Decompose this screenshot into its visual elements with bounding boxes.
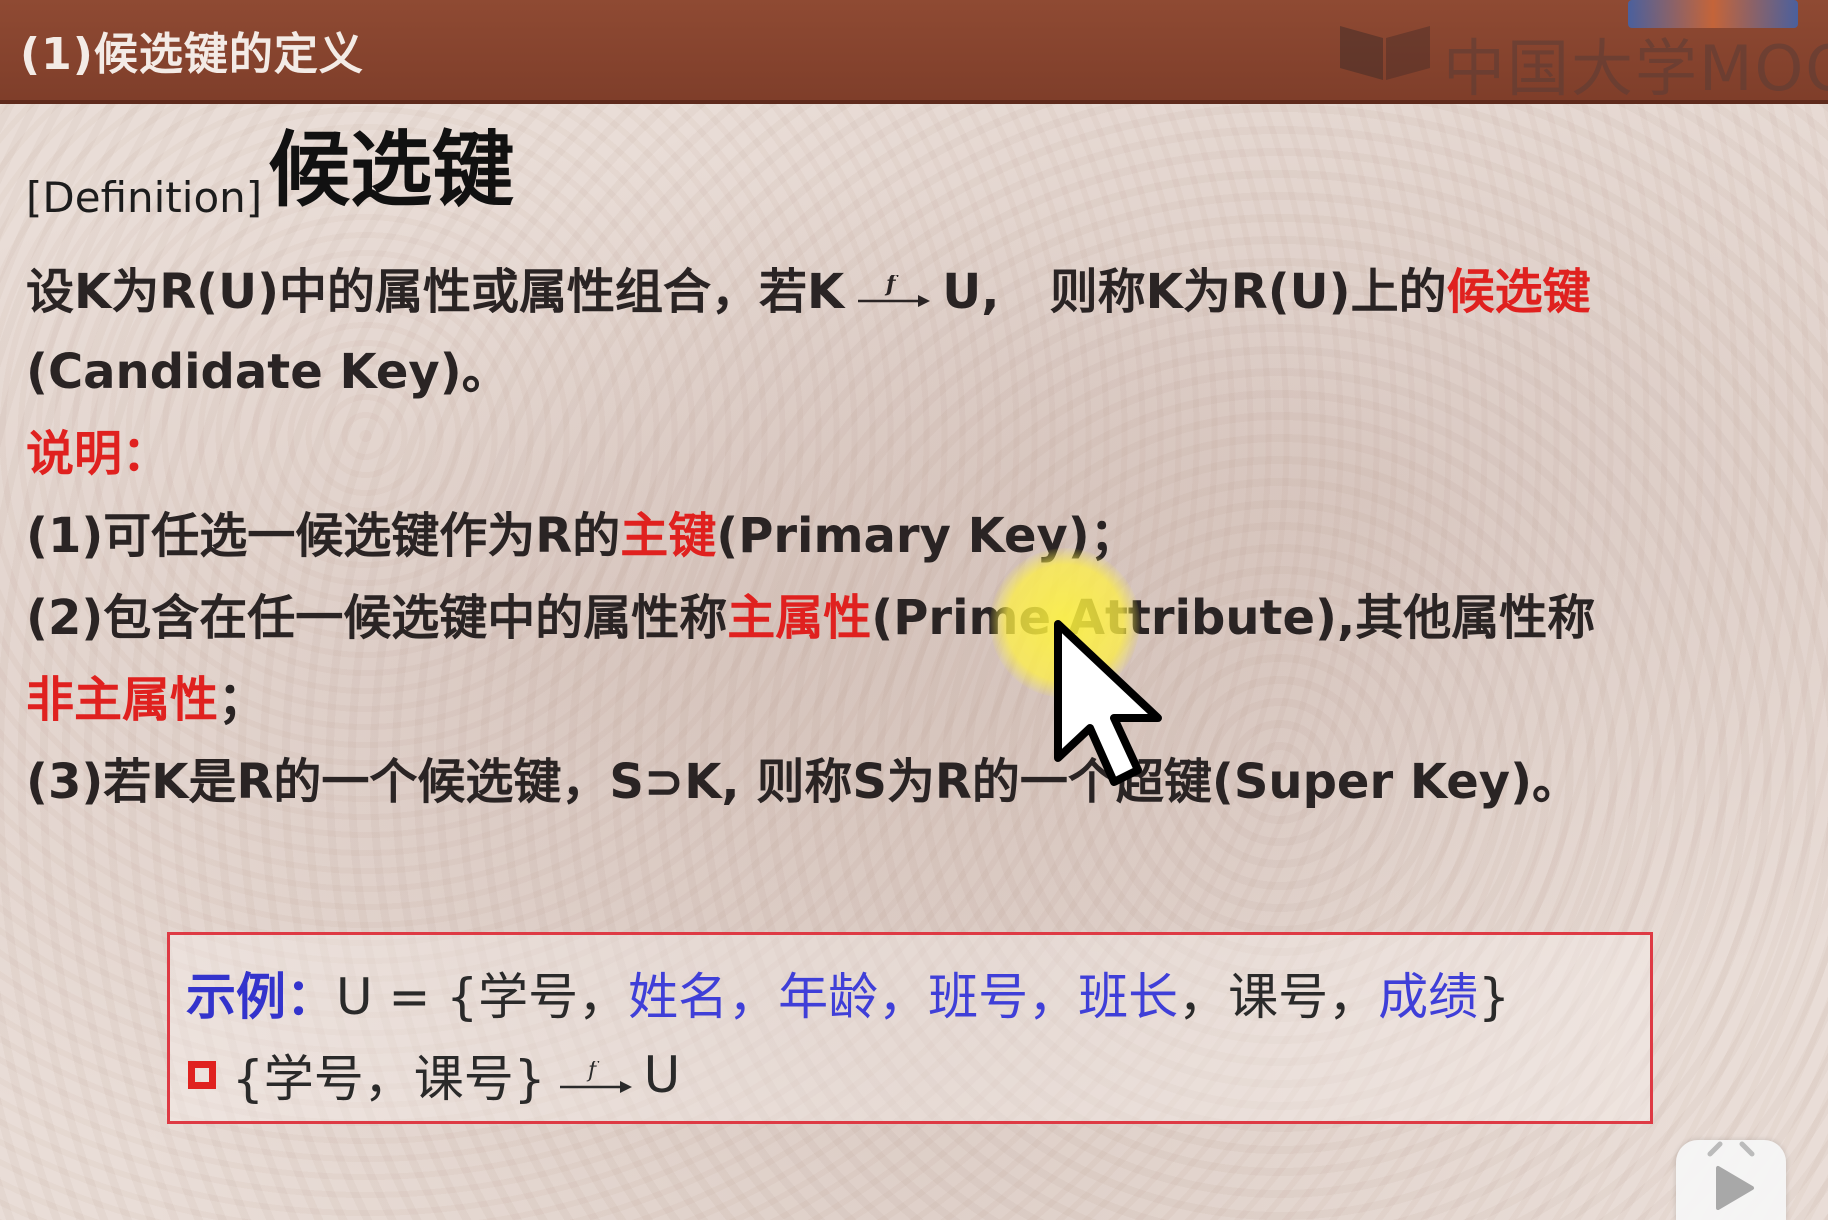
note-item-2: (2)包含在任一候选键中的属性称主属性(Prime Attribute),其他属… (26, 594, 1595, 642)
example-set-close: } (1478, 968, 1510, 1026)
note-item-3: (3)若K是R的一个候选键，S⊃K, 则称S为R的一个超键(Super Key)… (26, 754, 1581, 810)
video-play-button[interactable] (1676, 1140, 1786, 1220)
example-label: 示例： (186, 968, 336, 1026)
definition-text-pre: 设K为R(U)中的属性或属性组合，若K (26, 264, 845, 320)
arrow-label: f (586, 1061, 600, 1083)
attr-separator: ， (1028, 968, 1079, 1026)
example-box: 示例：U = {学号，姓名，年龄，班号，班长，课号，成绩} {学号，课号} f … (167, 932, 1653, 1124)
bullet-square-icon (188, 1061, 216, 1089)
definition-text-mid: U, 则称K为R(U)上的 (942, 264, 1447, 320)
note-item-2-end: ； (218, 672, 267, 728)
definition-line-1: 设K为R(U)中的属性或属性组合，若K f U, 则称K为R(U)上的候选键 (26, 268, 1591, 316)
attr-separator: ， (728, 968, 779, 1026)
attr-item: 成绩 (1378, 968, 1479, 1026)
note-label: 说明： (26, 426, 171, 482)
attr-item: 学号 (478, 968, 579, 1026)
primary-key-term: 主键 (620, 508, 717, 564)
attr-separator: ， (878, 968, 929, 1026)
note-item-1-text: (1)可任选一候选键作为R的 (26, 508, 621, 564)
note-item-2-text: (2)包含在任一候选键中的属性称 (26, 590, 728, 646)
arrow-label: f (884, 275, 899, 297)
definition-tag: [Definition] (26, 173, 263, 222)
attr-separator: ， (1178, 968, 1229, 1026)
definition-heading: [Definition] 候选键 (26, 123, 1806, 222)
definition-line-2: (Candidate Key)。 (26, 344, 510, 400)
prime-attribute-term: 主属性 (727, 590, 872, 646)
slide-section-title: (1)候选键的定义 (20, 29, 364, 80)
attr-item: 班长 (1078, 968, 1179, 1026)
attr-item: 年龄 (778, 968, 879, 1026)
fd-arrow-icon: f (556, 1055, 634, 1095)
attr-separator: ， (578, 968, 629, 1026)
definition-title: 候选键 (268, 123, 515, 218)
note-item-2-continued: 非主属性； (26, 676, 266, 724)
example-set-open: U = { (336, 968, 479, 1026)
title-bar: (1)候选键的定义 中国大学MOOC (0, 0, 1828, 105)
attr-item: 姓名 (628, 968, 729, 1026)
mooc-brand: 中国大学MOOC (1338, 0, 1828, 105)
fd-lhs: {学号，课号} (232, 1050, 546, 1108)
fd-rhs: U (643, 1046, 681, 1104)
fd-arrow-icon: f (854, 271, 932, 315)
note-item-1: (1)可任选一候选键作为R的主键(Primary Key)； (26, 512, 1138, 560)
candidate-key-term: 候选键 (1446, 264, 1591, 320)
attr-separator: ， (1328, 968, 1379, 1026)
brand-text: 中国大学MOOC (1443, 32, 1828, 105)
mooc-logo-icon (1340, 26, 1430, 80)
attr-item: 课号 (1228, 968, 1329, 1026)
non-prime-attribute-term: 非主属性 (26, 672, 219, 728)
example-line-2: {学号，课号} f U (188, 1039, 680, 1111)
slide-content: [Definition] 候选键 (26, 123, 1806, 222)
example-line-1: 示例：U = {学号，姓名，年龄，班号，班长，课号，成绩} (186, 957, 1510, 1029)
mouse-cursor-icon (1054, 620, 1162, 786)
video-play-icon (1707, 1141, 1755, 1210)
attr-item: 班号 (928, 968, 1029, 1026)
note-item-2-en: (Prime Attribute),其他属性称 (871, 590, 1596, 646)
